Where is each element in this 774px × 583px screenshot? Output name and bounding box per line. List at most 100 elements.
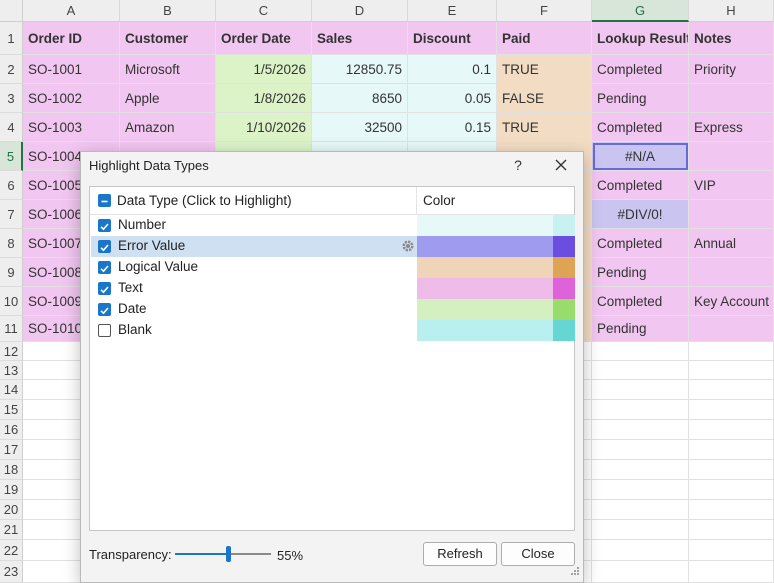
header-cell-b[interactable]: Customer xyxy=(120,22,216,55)
row-header-8[interactable]: 8 xyxy=(0,229,23,258)
color-swatch[interactable] xyxy=(417,215,553,236)
row-header-14[interactable]: 14 xyxy=(0,380,23,400)
help-button[interactable]: ? xyxy=(511,157,525,173)
cell-a2[interactable]: SO-1001 xyxy=(23,55,120,84)
column-header-e[interactable]: E xyxy=(408,0,497,22)
cell-b3[interactable]: Apple xyxy=(120,84,216,113)
color-swatch[interactable] xyxy=(417,299,553,320)
row-header-6[interactable]: 6 xyxy=(0,171,23,200)
row-header-15[interactable]: 15 xyxy=(0,400,23,420)
cell-a4[interactable]: SO-1003 xyxy=(23,113,120,142)
empty-cell[interactable] xyxy=(689,342,774,361)
cell-g10[interactable]: Completed xyxy=(592,287,689,316)
row-header-4[interactable]: 4 xyxy=(0,113,23,142)
resize-grip-icon[interactable] xyxy=(570,564,580,579)
checkbox-number[interactable] xyxy=(98,219,111,232)
empty-cell[interactable] xyxy=(592,440,689,460)
cell-g9[interactable]: Pending xyxy=(592,258,689,287)
select-all-checkbox[interactable] xyxy=(98,194,111,207)
color-swatch[interactable] xyxy=(417,236,553,257)
select-all-corner[interactable] xyxy=(0,0,23,22)
header-cell-f[interactable]: Paid xyxy=(497,22,592,55)
row-header-5[interactable]: 5 xyxy=(0,142,23,171)
data-type-item-number[interactable]: Number xyxy=(91,215,575,236)
color-swatch[interactable] xyxy=(417,278,553,299)
cell-h7[interactable] xyxy=(689,200,774,229)
data-type-item-error-value[interactable]: Error Value xyxy=(91,236,575,257)
type-column-header[interactable]: Data Type (Click to Highlight) xyxy=(117,193,292,208)
empty-cell[interactable] xyxy=(592,400,689,420)
data-type-item-date[interactable]: Date xyxy=(91,299,575,320)
empty-cell[interactable] xyxy=(689,500,774,520)
column-header-f[interactable]: F xyxy=(497,0,592,22)
empty-cell[interactable] xyxy=(592,500,689,520)
row-header-9[interactable]: 9 xyxy=(0,258,23,287)
cell-g11[interactable]: Pending xyxy=(592,316,689,342)
slider-thumb[interactable] xyxy=(225,546,231,562)
row-header-2[interactable]: 2 xyxy=(0,55,23,84)
cell-f3[interactable]: FALSE xyxy=(497,84,592,113)
cell-g8[interactable]: Completed xyxy=(592,229,689,258)
close-button[interactable]: Close xyxy=(501,542,575,566)
row-header-20[interactable]: 20 xyxy=(0,500,23,520)
header-cell-g[interactable]: Lookup Result xyxy=(592,22,689,55)
header-cell-a[interactable]: Order ID xyxy=(23,22,120,55)
color-picker-handle[interactable] xyxy=(553,215,575,236)
cell-h6[interactable]: VIP xyxy=(689,171,774,200)
empty-cell[interactable] xyxy=(592,380,689,400)
color-picker-handle[interactable] xyxy=(553,320,575,341)
checkbox-logical-value[interactable] xyxy=(98,261,111,274)
checkbox-blank[interactable] xyxy=(98,324,111,337)
checkbox-text[interactable] xyxy=(98,282,111,295)
gear-icon[interactable] xyxy=(401,239,415,256)
data-type-item-logical-value[interactable]: Logical Value xyxy=(91,257,575,278)
empty-cell[interactable] xyxy=(592,460,689,480)
data-type-item-text[interactable]: Text xyxy=(91,278,575,299)
empty-cell[interactable] xyxy=(592,420,689,440)
empty-cell[interactable] xyxy=(689,420,774,440)
row-header-18[interactable]: 18 xyxy=(0,460,23,480)
checkbox-error-value[interactable] xyxy=(98,240,111,253)
column-header-d[interactable]: D xyxy=(312,0,408,22)
empty-cell[interactable] xyxy=(689,460,774,480)
empty-cell[interactable] xyxy=(689,380,774,400)
cell-e4[interactable]: 0.15 xyxy=(408,113,497,142)
header-cell-h[interactable]: Notes xyxy=(689,22,774,55)
cell-h9[interactable] xyxy=(689,258,774,287)
row-header-7[interactable]: 7 xyxy=(0,200,23,229)
close-icon[interactable] xyxy=(551,155,571,175)
cell-a3[interactable]: SO-1002 xyxy=(23,84,120,113)
cell-d4[interactable]: 32500 xyxy=(312,113,408,142)
cell-d2[interactable]: 12850.75 xyxy=(312,55,408,84)
empty-cell[interactable] xyxy=(592,342,689,361)
header-cell-c[interactable]: Order Date xyxy=(216,22,312,55)
row-header-13[interactable]: 13 xyxy=(0,361,23,380)
empty-cell[interactable] xyxy=(592,561,689,583)
color-picker-handle[interactable] xyxy=(553,236,575,257)
empty-cell[interactable] xyxy=(689,520,774,540)
empty-cell[interactable] xyxy=(592,540,689,561)
empty-cell[interactable] xyxy=(689,480,774,500)
cell-h5[interactable] xyxy=(689,142,774,171)
cell-h11[interactable] xyxy=(689,316,774,342)
cell-g6[interactable]: Completed xyxy=(592,171,689,200)
cell-b2[interactable]: Microsoft xyxy=(120,55,216,84)
cell-h4[interactable]: Express xyxy=(689,113,774,142)
data-type-list[interactable]: Data Type (Click to Highlight) Color Num… xyxy=(89,186,575,531)
row-header-23[interactable]: 23 xyxy=(0,561,23,583)
column-header-h[interactable]: H xyxy=(689,0,774,22)
cell-h8[interactable]: Annual xyxy=(689,229,774,258)
color-picker-handle[interactable] xyxy=(553,257,575,278)
color-swatch[interactable] xyxy=(417,257,553,278)
empty-cell[interactable] xyxy=(592,480,689,500)
cell-f2[interactable]: TRUE xyxy=(497,55,592,84)
column-header-c[interactable]: C xyxy=(216,0,312,22)
cell-c3[interactable]: 1/8/2026 xyxy=(216,84,312,113)
header-cell-d[interactable]: Sales xyxy=(312,22,408,55)
column-header-a[interactable]: A xyxy=(23,0,120,22)
cell-c2[interactable]: 1/5/2026 xyxy=(216,55,312,84)
row-header-3[interactable]: 3 xyxy=(0,84,23,113)
cell-h3[interactable] xyxy=(689,84,774,113)
empty-cell[interactable] xyxy=(689,561,774,583)
cell-f4[interactable]: TRUE xyxy=(497,113,592,142)
